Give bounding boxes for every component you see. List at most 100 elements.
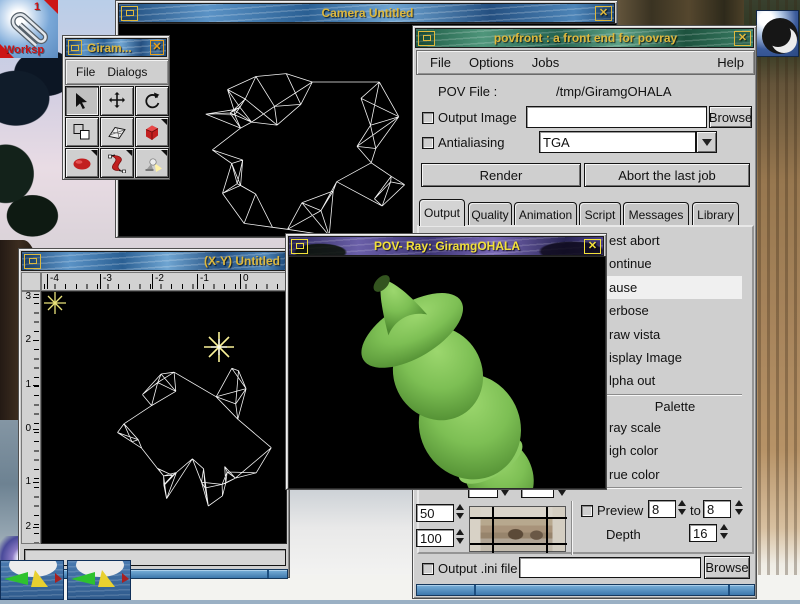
spinner-arrows[interactable] (678, 500, 686, 515)
tab-output[interactable]: Output (419, 199, 465, 226)
crop-line[interactable] (470, 517, 567, 519)
tab-library[interactable]: Library (692, 202, 739, 226)
iconified-window-icon (1, 561, 63, 599)
window-menu-button[interactable] (68, 40, 82, 55)
workspace-number: 1 (34, 1, 40, 13)
crop-line[interactable] (546, 507, 548, 553)
separator (571, 501, 573, 555)
menu-jobs[interactable]: Jobs (523, 55, 568, 70)
size-bottom-field[interactable]: 100 (416, 529, 454, 547)
format-combo-input[interactable]: TGA (539, 131, 696, 153)
light-source-star-icon[interactable] (204, 332, 234, 362)
giram-titlebar[interactable]: Giram... ✕ (65, 38, 167, 57)
scale-icon (71, 122, 93, 142)
povfront-window-title: povfront : a front end for povray (437, 31, 734, 45)
render-button[interactable]: Render (421, 163, 581, 187)
workspace-pager-icon[interactable]: 1 Worksp (0, 0, 58, 58)
povray-window-title: POV- Ray: GiramgOHALA (310, 239, 584, 253)
povray-render-viewport (288, 256, 606, 489)
preview-checkbox[interactable] (581, 505, 593, 517)
dock-moon-icon[interactable] (756, 10, 799, 57)
crop-line[interactable] (492, 507, 494, 553)
submenu-corner-icon (161, 150, 167, 156)
spinner-arrows[interactable] (720, 524, 728, 539)
crop-line[interactable] (470, 543, 567, 545)
window-glyph-icon (71, 45, 79, 51)
iconified-window-button[interactable] (0, 560, 64, 600)
output-image-label: Output Image (438, 110, 517, 125)
ruler-label: 1 (25, 477, 39, 487)
tab-script[interactable]: Script (579, 202, 621, 226)
spinner-arrows[interactable] (456, 529, 464, 544)
povfront-menubar: File Options Jobs Help (416, 50, 755, 75)
povfront-titlebar[interactable]: povfront : a front end for povray ✕ (415, 28, 754, 48)
xy-titlebar[interactable]: (X-Y) Untitled (21, 251, 287, 271)
ruler-minor-ticks (34, 294, 39, 543)
povray-titlebar[interactable]: POV- Ray: GiramgOHALA ✕ (288, 236, 604, 256)
move-icon (106, 91, 128, 111)
format-combo-arrow-button[interactable] (696, 131, 717, 153)
depth-field[interactable]: 16 (689, 524, 717, 542)
ruler-label: 2 (25, 522, 39, 532)
tool-lathe-button[interactable] (100, 148, 134, 178)
ruler-label: -3 (100, 274, 112, 289)
window-resize-bar[interactable] (416, 584, 755, 596)
ruler-label: 0 (240, 274, 249, 289)
output-image-input[interactable] (526, 106, 707, 128)
close-icon[interactable]: ✕ (734, 31, 751, 46)
tool-sphere-button[interactable] (65, 148, 99, 178)
sphere-icon (71, 153, 93, 173)
spinner-arrows[interactable] (456, 504, 464, 519)
tool-rotate-button[interactable] (135, 86, 169, 116)
menu-help[interactable]: Help (708, 55, 750, 70)
xy-viewport[interactable] (41, 291, 287, 544)
window-menu-button[interactable] (291, 239, 308, 254)
iconified-window-button[interactable] (67, 560, 131, 600)
tool-plane-button[interactable] (100, 117, 134, 147)
xy-window-title: (X-Y) Untitled (43, 254, 286, 268)
output-ini-browse-button[interactable]: Browse (704, 556, 750, 579)
tool-move-button[interactable] (100, 86, 134, 116)
ruler-label: 0 (25, 424, 39, 434)
tool-scale-button[interactable] (65, 117, 99, 147)
tool-light-button[interactable] (135, 148, 169, 178)
abort-button[interactable]: Abort the last job (584, 163, 750, 187)
output-ini-checkbox[interactable] (422, 563, 434, 575)
window-menu-button[interactable] (121, 6, 138, 21)
preview-to-label: to (690, 503, 701, 518)
wireframe-mesh (42, 292, 286, 543)
output-ini-input[interactable] (519, 557, 701, 578)
chevron-down-icon (702, 139, 712, 151)
output-image-checkbox[interactable] (422, 112, 434, 124)
ruler-corner-box (21, 272, 41, 291)
camera-titlebar[interactable]: Camera Untitled ✕ (118, 3, 615, 23)
light-source-star-icon[interactable] (44, 292, 66, 314)
menu-file[interactable]: File (70, 65, 101, 79)
preview-from-field[interactable]: 8 (648, 500, 676, 518)
tool-box-button[interactable] (135, 117, 169, 147)
size-top-field[interactable]: 50 (416, 504, 454, 522)
tab-quality[interactable]: Quality (468, 202, 512, 226)
pager-corner-arrow (44, 0, 58, 14)
window-menu-button[interactable] (24, 254, 41, 269)
horizontal-ruler: -4 -3 -2 -1 0 (41, 272, 287, 291)
ruler-label: -4 (47, 274, 59, 289)
menu-file[interactable]: File (421, 55, 460, 70)
close-icon[interactable]: ✕ (584, 239, 601, 254)
tab-messages[interactable]: Messages (623, 202, 689, 226)
menu-dialogs[interactable]: Dialogs (101, 65, 153, 79)
spinner-arrows[interactable] (735, 500, 743, 515)
output-ini-label: Output .ini file (438, 561, 518, 576)
menu-options[interactable]: Options (460, 55, 523, 70)
close-icon[interactable]: ✕ (595, 6, 612, 21)
preview-to-field[interactable]: 8 (703, 500, 731, 518)
render-preview-thumbnail[interactable] (469, 506, 566, 552)
tool-select-button[interactable] (65, 86, 99, 116)
tab-animation[interactable]: Animation (514, 202, 577, 226)
antialiasing-checkbox[interactable] (422, 137, 434, 149)
window-menu-button[interactable] (418, 31, 435, 46)
output-image-browse-button[interactable]: Browse (709, 106, 752, 128)
palette-header: Palette (608, 399, 742, 414)
lathe-icon (106, 153, 128, 173)
close-icon[interactable]: ✕ (150, 40, 164, 55)
